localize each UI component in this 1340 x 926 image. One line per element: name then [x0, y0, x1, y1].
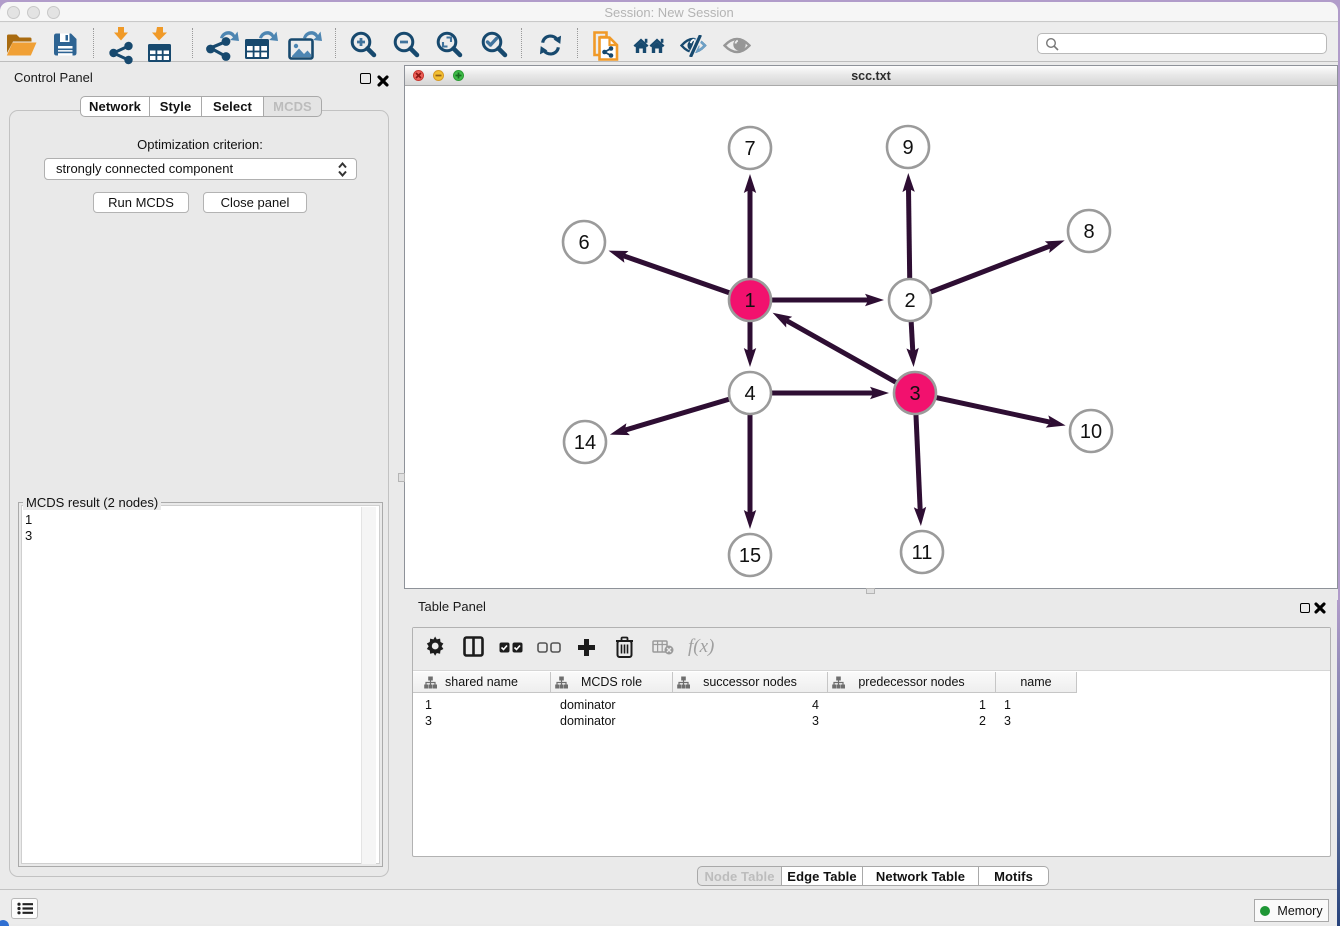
svg-text:11: 11 — [912, 542, 933, 564]
svg-text:3: 3 — [909, 383, 920, 405]
svg-text:7: 7 — [744, 138, 755, 160]
svg-text:4: 4 — [744, 383, 755, 405]
svg-text:6: 6 — [578, 232, 589, 254]
svg-text:15: 15 — [739, 545, 761, 567]
svg-text:10: 10 — [1080, 421, 1102, 443]
svg-text:1: 1 — [744, 290, 755, 312]
svg-text:9: 9 — [902, 137, 913, 159]
svg-text:8: 8 — [1083, 221, 1094, 243]
svg-text:14: 14 — [574, 432, 596, 454]
svg-text:2: 2 — [904, 290, 915, 312]
